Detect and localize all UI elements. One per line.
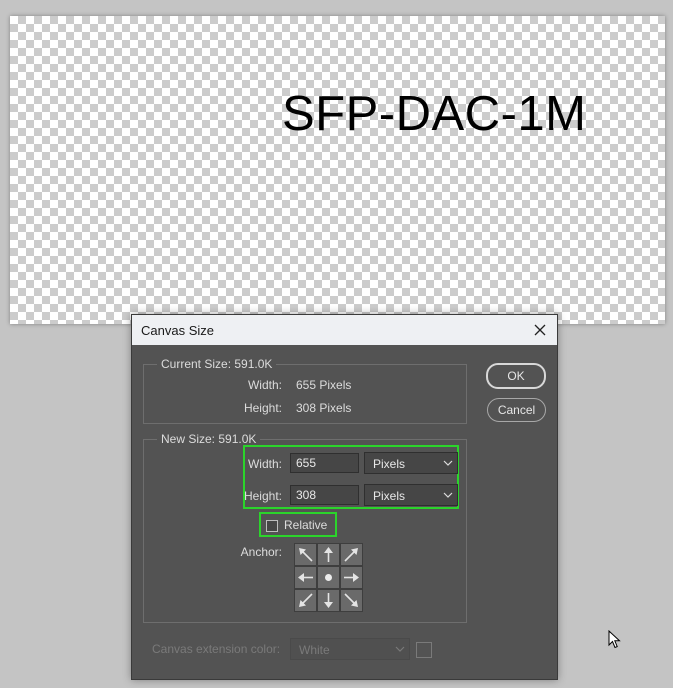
arrow-down-icon [324, 593, 333, 608]
cancel-button[interactable]: Cancel [487, 398, 546, 422]
close-button[interactable] [529, 319, 551, 341]
anchor-bottom-right[interactable] [340, 589, 363, 612]
current-height-label: Height: [243, 401, 282, 415]
arrow-right-icon [344, 573, 359, 582]
anchor-top[interactable] [317, 543, 340, 566]
new-height-label: Height: [243, 489, 282, 503]
extension-color-swatch[interactable] [416, 642, 432, 658]
anchor-left[interactable] [294, 566, 317, 589]
width-unit-select[interactable]: Pixels [364, 452, 458, 474]
chevron-down-icon [443, 460, 453, 466]
anchor-top-right[interactable] [340, 543, 363, 566]
arrow-left-icon [298, 573, 313, 582]
new-width-label: Width: [247, 457, 282, 471]
anchor-bottom-left[interactable] [294, 589, 317, 612]
anchor-bottom[interactable] [317, 589, 340, 612]
arrow-up-right-icon [344, 548, 358, 562]
anchor-grid [294, 543, 363, 612]
current-width-value: 655 Pixels [296, 378, 352, 392]
chevron-down-icon [395, 646, 405, 652]
document-canvas: SFP-DAC-1M [10, 16, 665, 324]
anchor-center-dot-icon [325, 574, 332, 581]
arrow-down-right-icon [344, 593, 358, 607]
canvas-text-layer: SFP-DAC-1M [282, 87, 587, 141]
arrow-up-left-icon [299, 548, 313, 562]
height-input[interactable]: 308 [290, 485, 359, 505]
extension-color-label: Canvas extension color: [152, 642, 281, 656]
close-icon [534, 324, 546, 336]
dialog-title: Canvas Size [141, 323, 214, 338]
extension-color-value: White [299, 643, 330, 657]
ok-button[interactable]: OK [486, 363, 546, 389]
relative-label[interactable]: Relative [284, 518, 327, 532]
width-unit-label: Pixels [373, 457, 406, 471]
canvas-size-dialog: Canvas Size Current Size: 591.0K Width: … [131, 314, 558, 680]
width-input[interactable]: 655 [290, 453, 359, 473]
anchor-top-left[interactable] [294, 543, 317, 566]
relative-checkbox[interactable] [266, 520, 278, 532]
anchor-center[interactable] [317, 566, 340, 589]
arrow-up-icon [324, 547, 333, 562]
current-size-legend: Current Size: 591.0K [157, 357, 277, 371]
dialog-titlebar: Canvas Size [132, 315, 557, 345]
chevron-down-icon [443, 492, 453, 498]
extension-color-select[interactable]: White [290, 638, 410, 660]
height-unit-select[interactable]: Pixels [364, 484, 458, 506]
anchor-right[interactable] [340, 566, 363, 589]
current-width-label: Width: [247, 378, 282, 392]
arrow-down-left-icon [299, 593, 313, 607]
mouse-cursor-icon [608, 630, 621, 649]
anchor-label: Anchor: [240, 545, 282, 559]
new-size-legend: New Size: 591.0K [157, 432, 261, 446]
current-size-group [143, 364, 467, 424]
current-height-value: 308 Pixels [296, 401, 352, 415]
height-unit-label: Pixels [373, 489, 406, 503]
